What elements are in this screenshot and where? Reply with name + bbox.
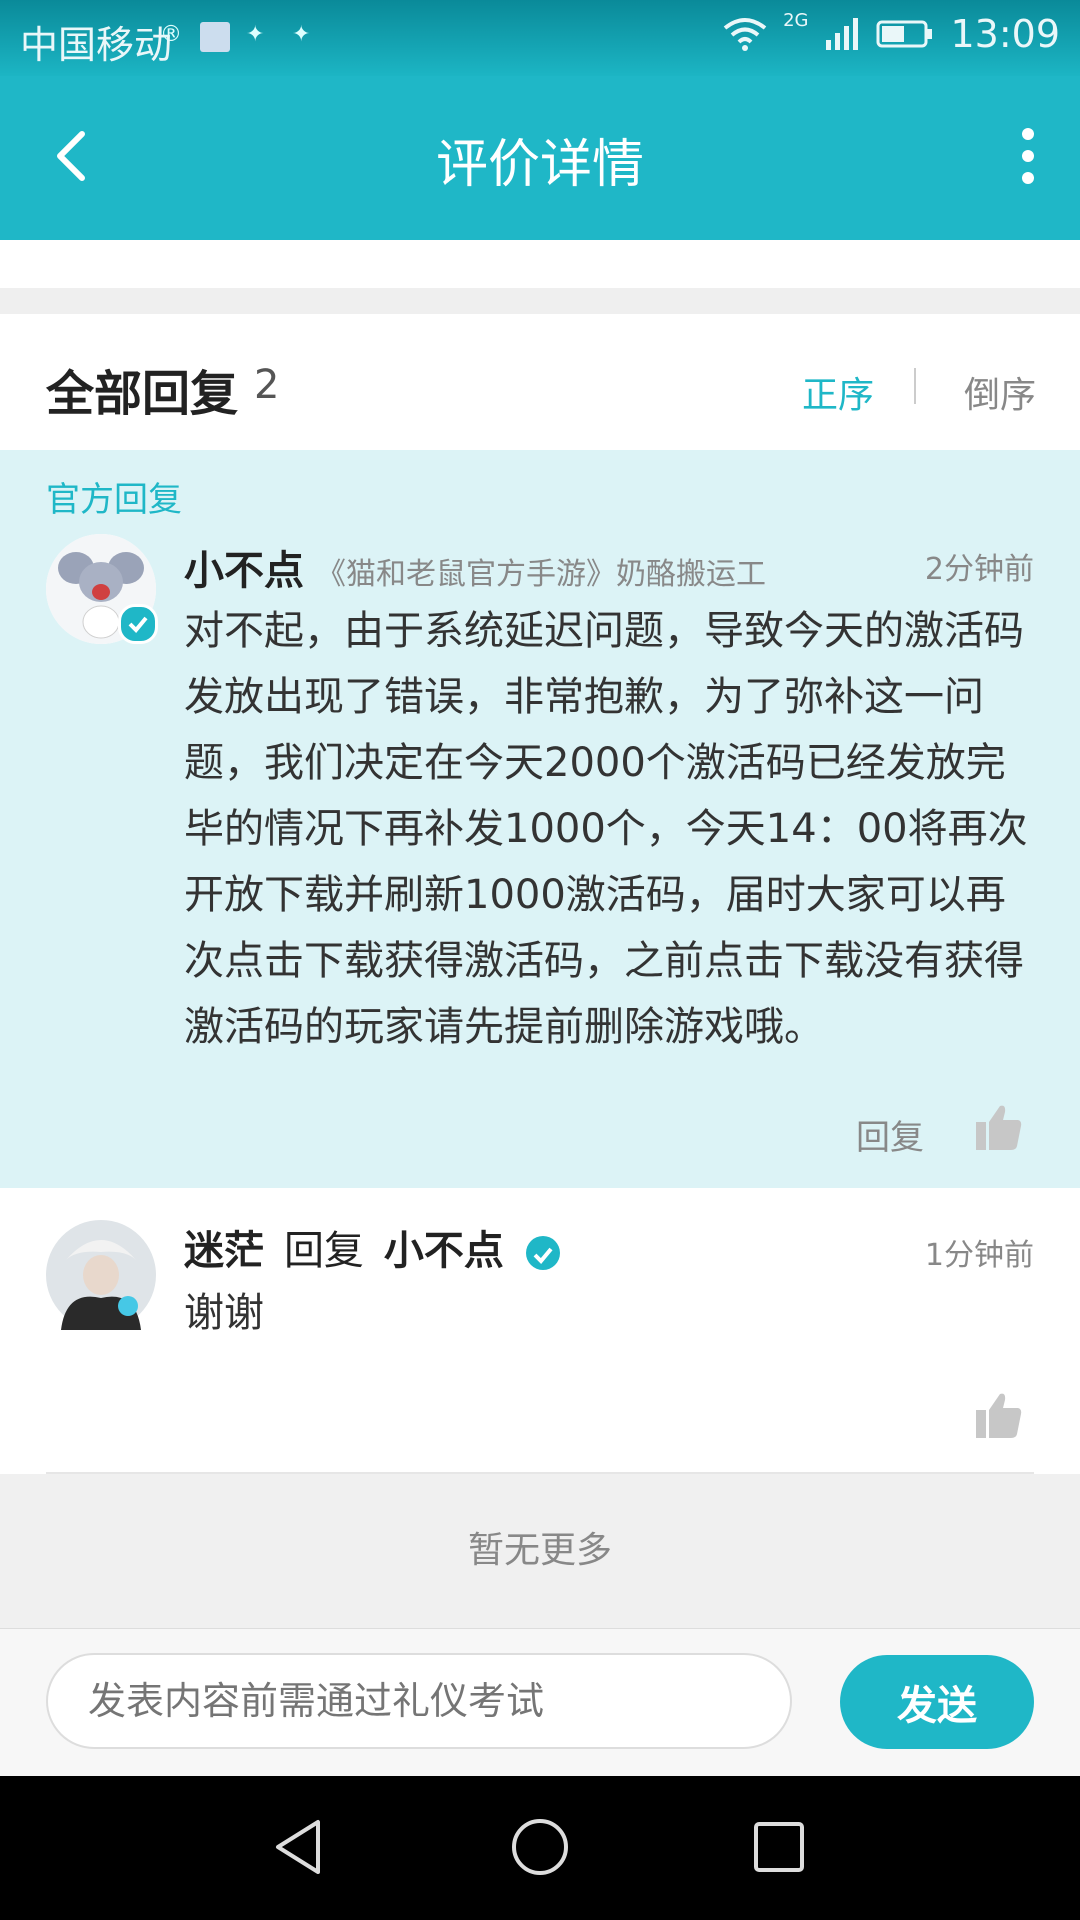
app-notification-icon (200, 22, 230, 52)
wifi-icon (723, 18, 767, 51)
clipped-row (0, 240, 1080, 288)
clock: 13:09 (950, 12, 1060, 56)
status-bar: 中国移动 ® ✦ ✦ 2G 13:09 (0, 0, 1080, 76)
nav-home-icon[interactable] (505, 1812, 575, 1882)
official-reply: 官方回复 小不点 《猫和老鼠官方手游》奶酪搬运工 2分钟前 对不起，由于系统延迟问… (0, 450, 1080, 1188)
notification-icon: ✦ (292, 22, 311, 47)
comment-content: 谢谢 (184, 1290, 264, 1336)
author-title: 《猫和老鼠官方手游》奶酪搬运工 (316, 557, 766, 592)
avatar[interactable] (46, 534, 158, 644)
official-author-line: 小不点 《猫和老鼠官方手游》奶酪搬运工 (184, 538, 766, 596)
composer: 发送 (0, 1628, 1080, 1777)
app-bar: 评价详情 (0, 76, 1080, 240)
sort-ascending-button[interactable]: 正序 (802, 366, 874, 418)
thumbs-up-icon[interactable] (974, 1390, 1024, 1440)
author-name[interactable]: 小不点 (184, 548, 304, 594)
reply-time: 2分钟前 (924, 552, 1034, 587)
carrier-name: 中国移动 (20, 23, 173, 67)
comment-item: 迷茫 回复 小不点 1分钟前 谢谢 (0, 1188, 1080, 1474)
reply-content: 对不起，由于系统延迟问题，导致今天的激活码发放出现了错误，非常抱歉，为了弥补这一… (184, 608, 1028, 1050)
comment-author-line: 迷茫 回复 小不点 (184, 1218, 560, 1276)
notification-icon: ® (160, 22, 182, 47)
avatar[interactable] (46, 1220, 156, 1330)
replies-header: 全部回复 2 正序 倒序 (0, 314, 1080, 450)
verified-icon (118, 604, 158, 644)
no-more-label: 暂无更多 (0, 1474, 1080, 1628)
network-type: 2G (783, 9, 809, 31)
sort-divider (914, 368, 916, 404)
reply-word: 回复 (283, 1228, 364, 1274)
thumbs-up-icon[interactable] (974, 1102, 1024, 1152)
reply-to-name[interactable]: 小不点 (384, 1228, 504, 1274)
comment-input[interactable] (46, 1653, 792, 1749)
replies-title: 全部回复 (46, 366, 239, 422)
page-title: 评价详情 (435, 135, 644, 195)
reply-button[interactable]: 回复 (856, 1110, 924, 1159)
signal-icon (826, 18, 859, 50)
nav-back-icon[interactable] (266, 1812, 336, 1882)
sort-descending-button[interactable]: 倒序 (964, 366, 1036, 418)
system-nav-bar (0, 1776, 1080, 1920)
verified-icon (525, 1236, 560, 1270)
avatar-image (46, 1220, 156, 1330)
notification-icon: ✦ (246, 22, 265, 47)
comment-time: 1分钟前 (924, 1238, 1034, 1273)
replies-count: 2 (254, 362, 280, 408)
nav-recent-icon[interactable] (744, 1812, 814, 1882)
battery-icon (876, 20, 933, 48)
author-name[interactable]: 迷茫 (184, 1228, 264, 1274)
official-reply-label: 官方回复 (46, 480, 182, 520)
send-button[interactable]: 发送 (840, 1655, 1034, 1749)
more-vertical-icon[interactable] (1016, 124, 1040, 188)
section-separator (0, 288, 1080, 314)
